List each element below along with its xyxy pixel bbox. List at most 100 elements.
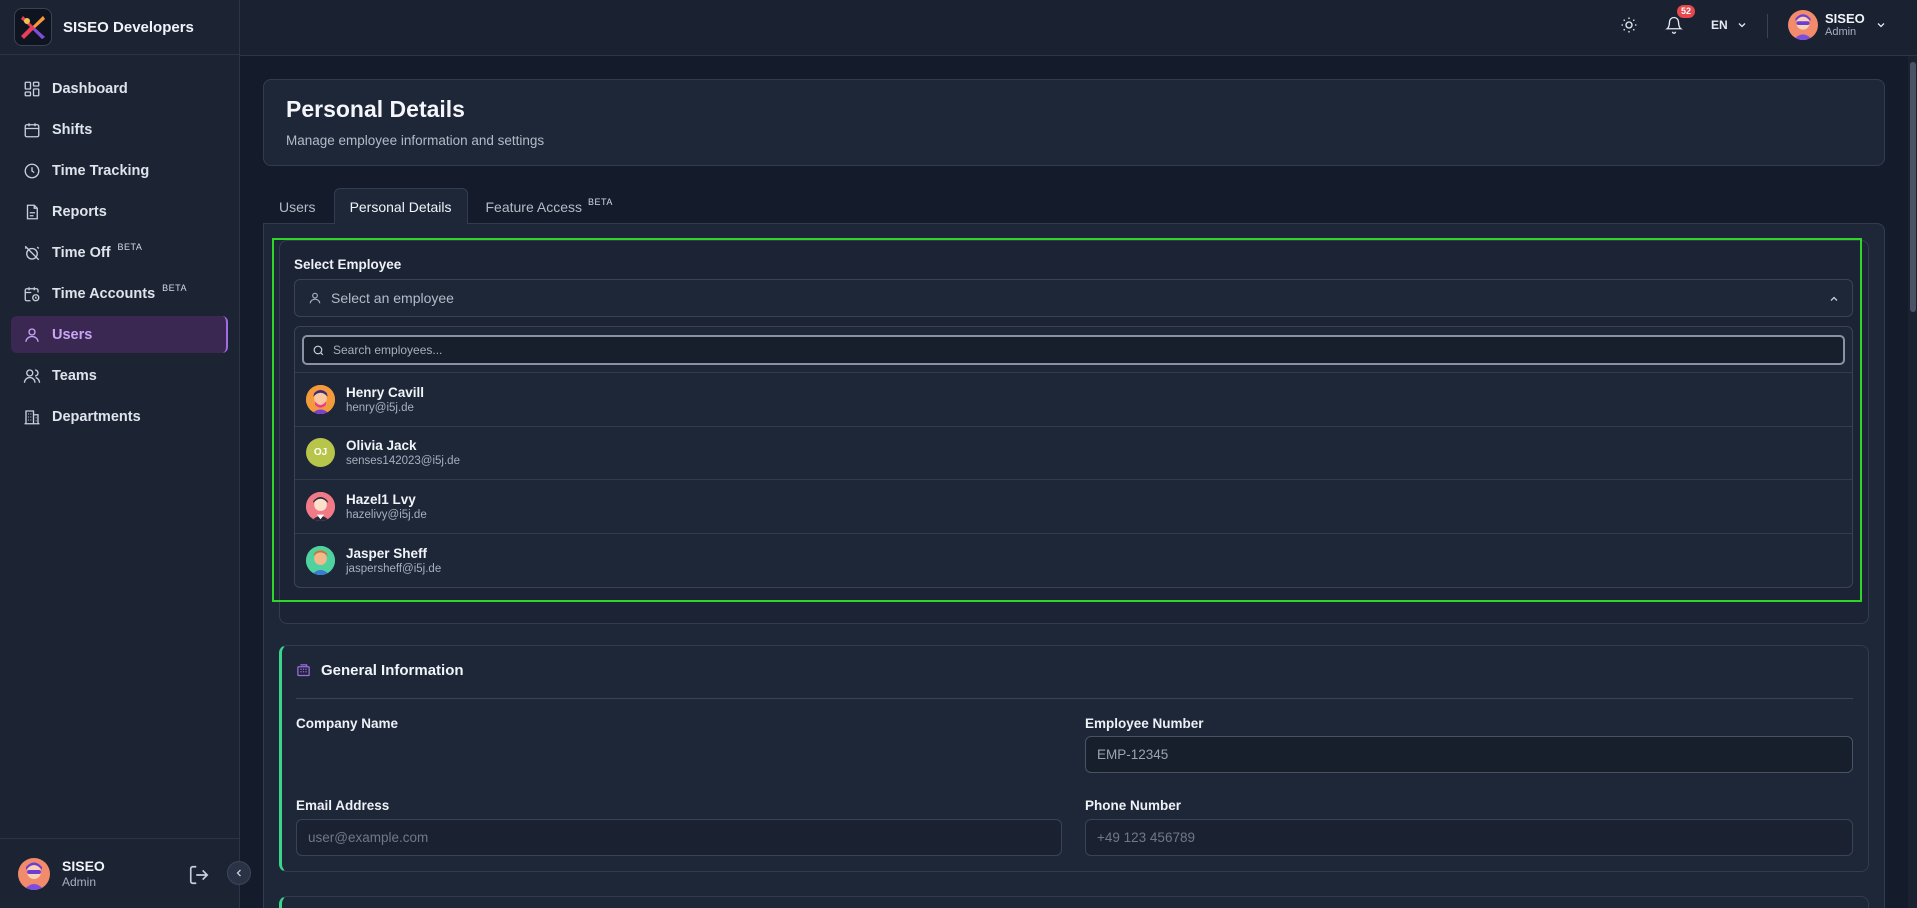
chevron-up-icon [1830, 296, 1838, 301]
tab-feature-access[interactable]: Feature Access BETA [470, 188, 629, 224]
page-title: Personal Details [286, 96, 465, 122]
sidebar-item-label: Time Accounts [52, 285, 156, 302]
calendar-icon [24, 122, 40, 137]
topbar-user-role: Admin [1825, 26, 1857, 39]
list-item[interactable]: OJ Olivia Jack senses142023@i5j.de [295, 427, 1852, 480]
employee-name: Jasper Sheff [346, 545, 428, 561]
bell-icon[interactable] [1665, 16, 1683, 39]
company-name-label: Company Name [296, 716, 399, 731]
sidebar-item-label: Time Off [52, 244, 111, 261]
general-information-heading: General Information [296, 662, 464, 679]
email-address-label: Email Address [296, 798, 390, 813]
sidebar-item-label: Shifts [52, 121, 93, 138]
email-field[interactable] [296, 819, 1062, 856]
employee-search-input[interactable] [333, 343, 1733, 357]
user-icon [25, 327, 39, 342]
section-divider [296, 698, 1853, 699]
employee-number-field[interactable] [1085, 736, 1853, 773]
phone-number-label: Phone Number [1085, 798, 1182, 813]
employee-dropdown: Henry Cavill henry@i5j.de OJ Olivia Jack… [294, 326, 1853, 588]
list-item[interactable]: Jasper Sheff jaspersheff@i5j.de [295, 534, 1852, 588]
collapse-sidebar-button[interactable] [227, 861, 251, 885]
building-icon [24, 409, 40, 424]
employee-select-placeholder: Select an employee [331, 290, 454, 306]
brand[interactable]: SISEO Developers [0, 0, 239, 55]
avatar-initials: OJ [313, 447, 328, 459]
alarm-off-icon [24, 245, 40, 260]
avatar: OJ [306, 438, 335, 468]
select-employee-label: Select Employee [294, 257, 402, 272]
brand-logo-icon [14, 8, 52, 46]
logout-icon[interactable] [188, 864, 210, 891]
employee-email: hazelivy@i5j.de [346, 508, 427, 521]
beta-badge: BETA [162, 282, 187, 293]
employee-name: Hazel1 Lvy [346, 491, 416, 507]
avatar [306, 384, 335, 414]
sidebar-user-name: SISEO [62, 858, 105, 874]
employee-list: Henry Cavill henry@i5j.de OJ Olivia Jack… [295, 372, 1852, 587]
avatar [306, 545, 335, 575]
tab-label: Feature Access [485, 198, 583, 215]
sidebar-item-departments[interactable]: Departments [11, 398, 228, 435]
sidebar-item-label: Reports [52, 203, 107, 220]
employee-number-label: Employee Number [1085, 716, 1204, 731]
employee-email: henry@i5j.de [346, 401, 414, 414]
sidebar-item-dashboard[interactable]: Dashboard [11, 70, 228, 107]
topbar-user-menu[interactable]: SISEO Admin [1788, 10, 1887, 40]
avatar [18, 857, 50, 890]
sidebar-item-reports[interactable]: Reports [11, 193, 228, 230]
sidebar-item-label: Teams [52, 367, 97, 384]
sidebar-item-label: Users [52, 326, 93, 343]
sidebar-nav: Dashboard Shifts Time Tracking Reports T… [0, 55, 239, 435]
employee-search[interactable] [302, 335, 1845, 365]
tab-bar: Users Personal Details Feature Access BE… [263, 188, 631, 224]
sidebar-item-shifts[interactable]: Shifts [11, 111, 228, 148]
sidebar-item-time-tracking[interactable]: Time Tracking [11, 152, 228, 189]
tab-personal-details[interactable]: Personal Details [333, 188, 468, 224]
phone-number-field[interactable] [1085, 819, 1853, 856]
sidebar: SISEO Developers Dashboard Shifts Time T… [0, 0, 240, 908]
employee-email: senses142023@i5j.de [346, 455, 460, 468]
avatar [306, 491, 335, 521]
sidebar-user[interactable]: SISEO Admin [0, 838, 240, 908]
general-information-title: General Information [321, 662, 464, 679]
list-item[interactable]: Hazel1 Lvy hazelivy@i5j.de [295, 480, 1852, 534]
report-icon [26, 204, 38, 219]
user-icon [309, 292, 321, 304]
chevron-down-icon [1738, 23, 1746, 28]
theme-toggle-sun-icon[interactable] [1620, 16, 1638, 39]
employee-name: Olivia Jack [346, 438, 417, 454]
sidebar-item-label: Departments [52, 408, 141, 425]
calendar-clock-icon [24, 286, 40, 301]
clock-icon [24, 163, 40, 178]
brand-name: SISEO Developers [63, 18, 194, 36]
dashboard-icon [24, 81, 40, 96]
page-subtitle: Manage employee information and settings [286, 133, 545, 148]
employee-name: Henry Cavill [346, 384, 425, 400]
search-icon [313, 345, 324, 355]
employee-email: jaspersheff@i5j.de [346, 562, 442, 575]
topbar-user-name: SISEO [1825, 10, 1865, 26]
employee-select[interactable]: Select an employee [294, 279, 1853, 317]
sidebar-item-label: Time Tracking [52, 162, 150, 179]
tab-users[interactable]: Users [263, 188, 332, 224]
page-header-card: Personal Details Manage employee informa… [263, 79, 1885, 166]
tab-label: Personal Details [349, 198, 452, 215]
avatar [1788, 10, 1818, 40]
building-icon [297, 664, 310, 677]
notification-badge: 52 [1677, 5, 1695, 18]
topbar-divider [1767, 14, 1768, 38]
sidebar-item-time-accounts[interactable]: Time Accounts BETA [11, 275, 228, 312]
users-icon [23, 368, 41, 383]
sidebar-item-teams[interactable]: Teams [11, 357, 228, 394]
list-item[interactable]: Henry Cavill henry@i5j.de [295, 373, 1852, 427]
sidebar-user-role: Admin [62, 875, 97, 889]
sidebar-item-time-off[interactable]: Time Off BETA [11, 234, 228, 271]
beta-badge: BETA [117, 241, 143, 252]
language-label: EN [1711, 18, 1728, 32]
beta-badge: BETA [588, 196, 613, 207]
scrollbar-thumb[interactable] [1910, 62, 1916, 312]
sidebar-item-users[interactable]: Users [11, 316, 228, 353]
language-selector[interactable]: EN [1711, 18, 1748, 32]
next-section-card [279, 896, 1869, 908]
